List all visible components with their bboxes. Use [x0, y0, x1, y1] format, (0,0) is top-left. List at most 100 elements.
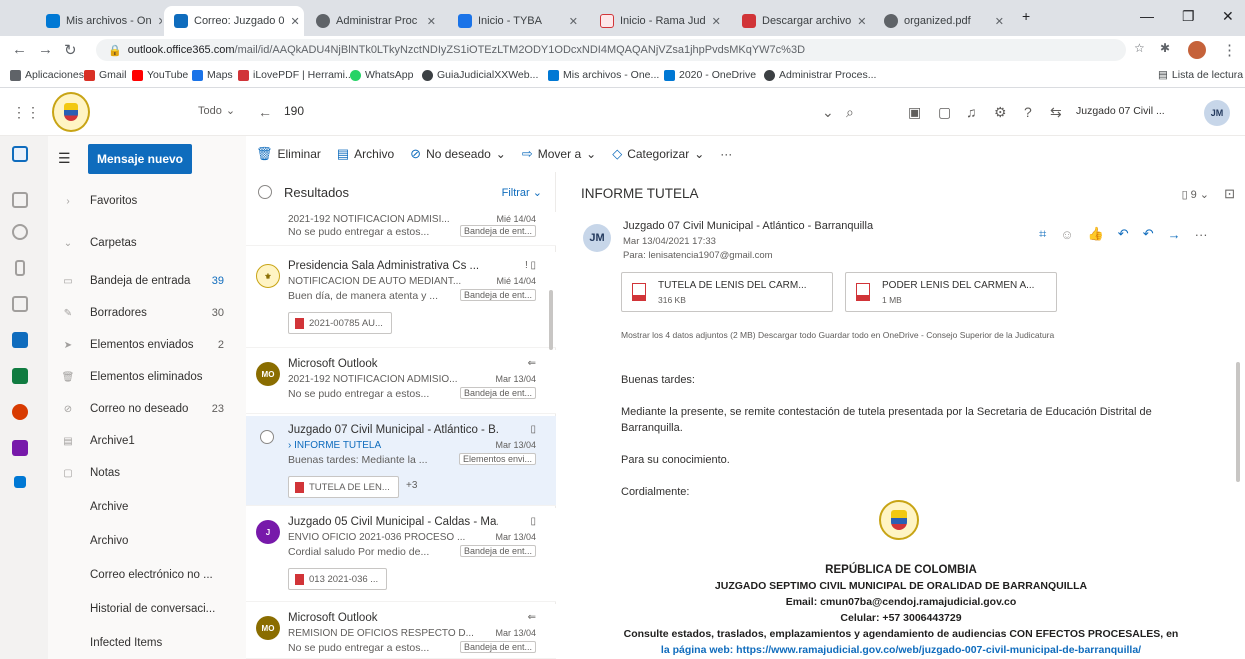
categorize-button[interactable]: ◇ Categorizar ⌄	[612, 146, 704, 162]
list-item[interactable]: MO Microsoft Outlook ⇐ REMISION DE OFICI…	[246, 604, 556, 659]
folder-folders[interactable]: ⌄ Carpetas	[48, 228, 246, 258]
junk-button[interactable]: ⊘ No deseado ⌄	[410, 146, 506, 162]
select-checkbox[interactable]	[260, 430, 274, 444]
folder-sent[interactable]: ➤ Elementos enviados 2	[48, 330, 246, 360]
attachment-chip[interactable]: 013 2021-036 ...	[288, 568, 388, 590]
close-window-button[interactable]: ✕	[1222, 8, 1234, 25]
bookmark-onedrive[interactable]: Mis archivos - One...	[548, 69, 659, 81]
bookmark-guia[interactable]: GuiaJudicialXXWeb...	[422, 69, 538, 81]
people-icon[interactable]	[12, 224, 28, 240]
account-avatar[interactable]: JM	[1204, 100, 1230, 126]
back-arrow-icon[interactable]: ←	[12, 41, 27, 58]
bookmark-apps[interactable]: Aplicaciones	[10, 69, 84, 81]
list-item[interactable]: ⚜ Presidencia Sala Administrativa Cs ...…	[246, 252, 556, 348]
folder-archive[interactable]: Archive	[48, 492, 246, 522]
maximize-button[interactable]: ❐	[1182, 8, 1195, 25]
calendar-icon[interactable]	[12, 192, 28, 208]
new-message-button[interactable]: Mensaje nuevo	[88, 144, 192, 174]
account-name[interactable]: Juzgado 07 Civil ...	[1076, 105, 1165, 117]
menu-icon[interactable]: ⋮	[1222, 41, 1237, 59]
reading-list[interactable]: ▤ Lista de lectura	[1158, 69, 1243, 81]
folder-junk[interactable]: ⊘ Correo no deseado 23	[48, 394, 246, 424]
search-input[interactable]: 190	[284, 104, 304, 118]
pop-out-icon[interactable]: ⊡	[1224, 186, 1235, 202]
app-launcher-icon[interactable]: ⋮⋮	[12, 104, 40, 121]
teams-icon[interactable]: ▣	[908, 104, 921, 121]
browser-tab[interactable]: Descargar archivo ✕	[732, 6, 872, 36]
select-all-icon[interactable]	[258, 185, 272, 199]
move-to-button[interactable]: ⇨ Mover a ⌄	[522, 146, 596, 162]
files-icon[interactable]	[15, 260, 25, 276]
like-icon[interactable]: 👍	[1088, 226, 1104, 242]
flag-icon[interactable]: ▯	[530, 424, 536, 435]
feedback-icon[interactable]: ⇆	[1050, 104, 1062, 121]
search-options-icon[interactable]: ⌄	[822, 104, 834, 121]
gear-icon[interactable]: ⚙	[994, 104, 1007, 121]
sender-name[interactable]: Juzgado 07 Civil Municipal - Atlántico -…	[623, 220, 873, 232]
attachment-chip[interactable]: TUTELA DE LEN...	[288, 476, 399, 498]
delete-button[interactable]: 🗑 Eliminar	[256, 146, 321, 162]
archive-button[interactable]: ▤ Archivo	[337, 146, 394, 162]
emoji-icon[interactable]: ☺	[1060, 227, 1073, 242]
recipients[interactable]: Para: lenisatencia1907@gmail.com	[623, 250, 773, 261]
bookmark-youtube[interactable]: YouTube	[132, 69, 188, 81]
list-scrollbar[interactable]	[549, 290, 553, 350]
hamburger-icon[interactable]: ☰	[58, 150, 71, 167]
close-icon[interactable]: ✕	[158, 15, 162, 28]
todo-icon[interactable]	[12, 296, 28, 312]
browser-tab[interactable]: Inicio - TYBA ✕	[448, 6, 588, 36]
outlook-icon[interactable]	[12, 332, 28, 348]
folder-archivo[interactable]: Archivo	[48, 526, 246, 556]
onenote-icon[interactable]	[12, 440, 28, 456]
reply-icon[interactable]: ↶	[1118, 226, 1129, 242]
extensions-icon[interactable]: ✱	[1160, 41, 1170, 55]
folder-archive1[interactable]: ▤ Archive1	[48, 426, 246, 456]
reply-all-icon[interactable]: ↶	[1143, 226, 1154, 242]
office-icon[interactable]	[12, 404, 28, 420]
attachment-chip[interactable]: 2021-00785 AU...	[288, 312, 392, 334]
close-icon[interactable]: ✕	[291, 15, 300, 28]
download-attachments-row[interactable]: Mostrar los 4 datos adjuntos (2 MB) Desc…	[621, 330, 1054, 340]
my-day-icon[interactable]: ▢	[938, 104, 951, 121]
folder-inbox[interactable]: ▭ Bandeja de entrada 39	[48, 266, 246, 296]
more-attachments-count[interactable]: +3	[406, 480, 417, 491]
close-icon[interactable]: ✕	[427, 15, 436, 28]
more-button[interactable]: ···	[720, 147, 732, 161]
bookmark-onedrive-2020[interactable]: 2020 - OneDrive	[664, 69, 756, 81]
attachment-card[interactable]: PODER LENIS DEL CARMEN A... 1 MB	[845, 272, 1057, 312]
filter-button[interactable]: Filtrar ⌄	[502, 186, 542, 199]
list-item-selected[interactable]: Juzgado 07 Civil Municipal - Atlántico -…	[246, 416, 556, 506]
profile-avatar[interactable]	[1188, 41, 1206, 59]
thread-count[interactable]: ▯ 9 ⌄	[1182, 188, 1209, 202]
folder-favorites[interactable]: › Favoritos	[48, 186, 246, 216]
folder-infected-items[interactable]: Infected Items	[48, 628, 246, 658]
folder-deleted[interactable]: 🗑 Elementos eliminados	[48, 362, 246, 392]
forward-arrow-icon[interactable]: →	[38, 41, 53, 58]
folder-notes[interactable]: ▢ Notas	[48, 458, 246, 488]
list-item[interactable]: J Juzgado 05 Civil Municipal - Caldas - …	[246, 508, 556, 602]
attachment-card[interactable]: TUTELA DE LENIS DEL CARM... 316 KB	[621, 272, 833, 312]
reload-icon[interactable]: ↻	[64, 41, 77, 59]
browser-tab[interactable]: Inicio - Rama Jud ✕	[590, 6, 730, 36]
bookmark-ilovepdf[interactable]: iLovePDF | Herrami...	[238, 69, 354, 81]
url-field[interactable]: 🔒 outlook.office365.com/mail/id/AAQkADU4…	[96, 39, 1126, 61]
browser-tab[interactable]: organized.pdf ✕	[874, 6, 1014, 36]
list-item[interactable]: MO Microsoft Outlook ⇐ 2021-192 NOTIFICA…	[246, 350, 556, 414]
browser-tab-active[interactable]: Correo: Juzgado 0 ✕	[164, 6, 304, 36]
forward-icon[interactable]: →	[1168, 227, 1181, 242]
mail-icon[interactable]	[12, 146, 28, 162]
translate-icon[interactable]: ⌗	[1039, 226, 1046, 242]
close-icon[interactable]: ✕	[995, 15, 1004, 28]
browser-tab[interactable]: Administrar Proc ✕	[306, 6, 446, 36]
help-icon[interactable]: ?	[1024, 104, 1032, 120]
signature-link[interactable]: la página web: https://www.ramajudicial.…	[557, 644, 1245, 656]
back-arrow-icon[interactable]: ←	[258, 104, 272, 120]
star-icon[interactable]: ☆	[1134, 41, 1145, 55]
bookmark-maps[interactable]: Maps	[192, 69, 233, 81]
folder-drafts[interactable]: ✎ Borradores 30	[48, 298, 246, 328]
excel-icon[interactable]	[12, 368, 28, 384]
store-icon[interactable]	[14, 476, 26, 488]
close-icon[interactable]: ✕	[712, 15, 721, 28]
search-scope-dropdown[interactable]: Todo ⌄	[198, 104, 235, 118]
list-item[interactable]: 2021-192 NOTIFICACION ADMISI... Mié 14/0…	[246, 212, 556, 246]
